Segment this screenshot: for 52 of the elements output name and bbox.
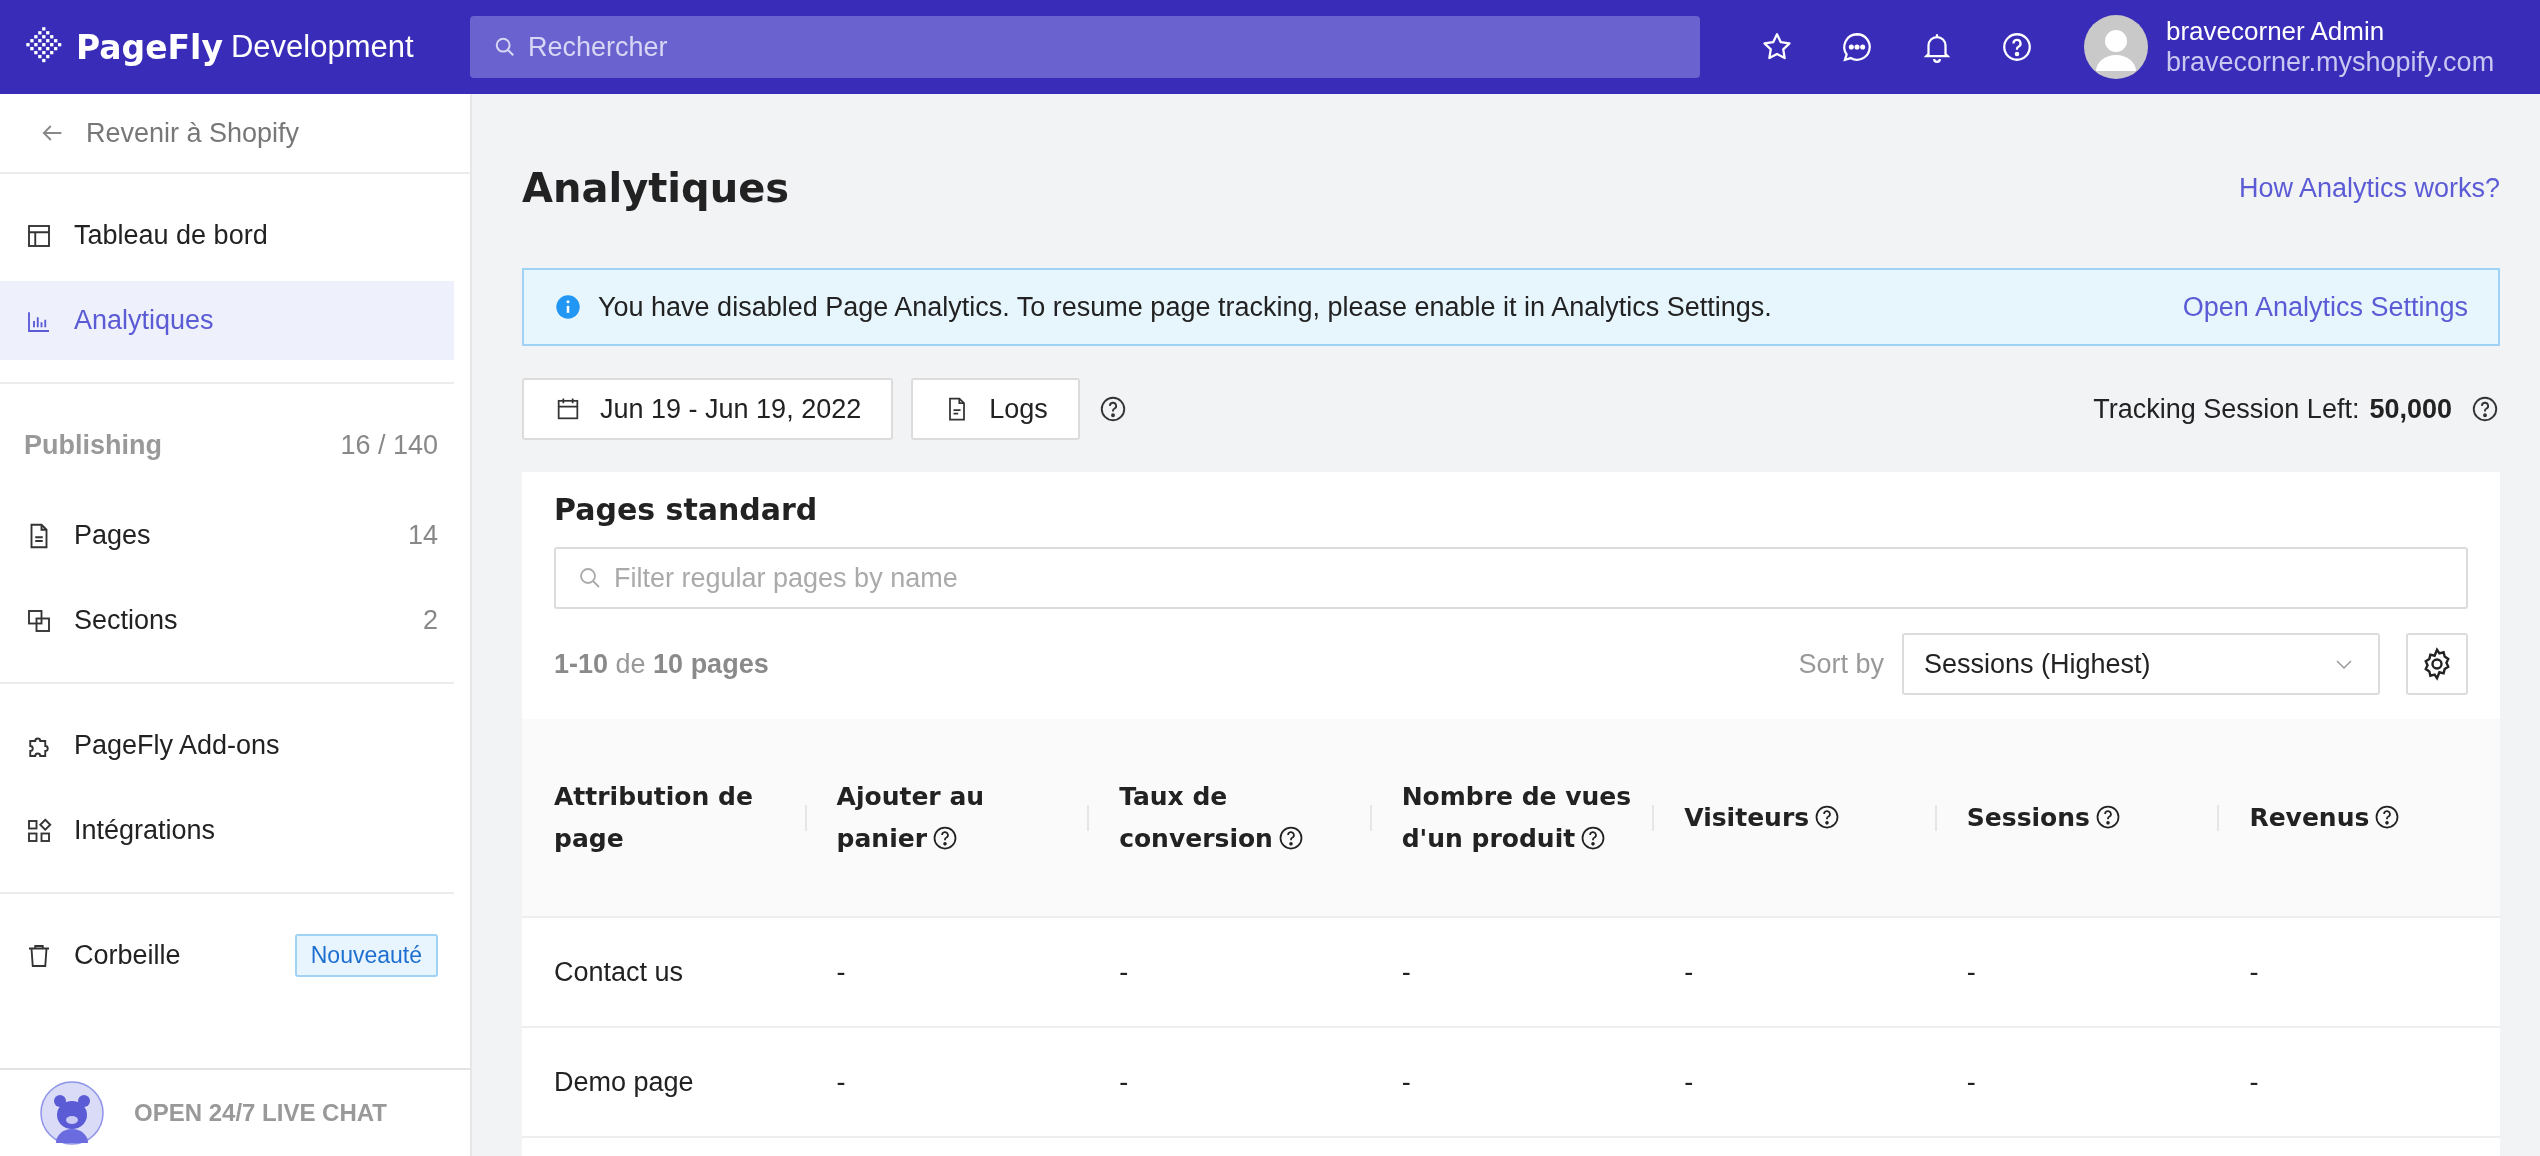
logs-button[interactable]: Logs bbox=[911, 378, 1080, 440]
store-domain: bravecorner.myshopify.com bbox=[2166, 47, 2495, 78]
table-cell: - bbox=[1684, 956, 1694, 987]
banner-message: You have disabled Page Analytics. To resume page tracking, please enable it in Analytics Settings. bbox=[598, 291, 1773, 323]
table-cell: - bbox=[1119, 1066, 1129, 1097]
sort-select[interactable]: Sessions (Highest) bbox=[1902, 633, 2380, 695]
tracking-value: 50,000 bbox=[2369, 393, 2452, 425]
nav-item[interactable]: Pages 14 bbox=[0, 496, 454, 575]
nav-item[interactable]: Intégrations bbox=[0, 791, 454, 870]
search-field[interactable]: Rechercher bbox=[470, 16, 1700, 78]
sort-label: Sort by bbox=[1798, 648, 1884, 680]
nav-item[interactable]: Analytiques bbox=[0, 281, 454, 360]
page-title: Analytiques bbox=[522, 165, 790, 211]
back-link[interactable]: Revenir à Shopify bbox=[0, 94, 470, 174]
table-cell: Demo page bbox=[554, 1066, 694, 1097]
filter-field[interactable]: Filter regular pages by name bbox=[554, 547, 2468, 609]
brand-name: PageFly bbox=[76, 27, 223, 67]
table-cell: - bbox=[1966, 1066, 1976, 1097]
item-count: 2 bbox=[422, 605, 438, 636]
column-header: Taux de conversion bbox=[1119, 782, 1305, 853]
brand-suffix: Development bbox=[230, 29, 414, 65]
section-count: 16 / 140 bbox=[340, 429, 438, 461]
table-cell: - bbox=[836, 956, 846, 987]
tracking-label: Tracking Session Left: bbox=[2093, 393, 2360, 425]
nav-item[interactable]: Corbeille Nouveauté bbox=[0, 916, 454, 995]
item-count: 14 bbox=[407, 520, 438, 551]
user-name: bravecorner Admin bbox=[2166, 16, 2386, 47]
column-header: Nombre de vues d'un produit bbox=[1401, 782, 1632, 853]
table-cell: - bbox=[2249, 956, 2259, 987]
table-cell: Contact us bbox=[554, 956, 684, 987]
settings-link[interactable]: Open Analytics Settings bbox=[2182, 291, 2468, 323]
nav-item[interactable]: PageFly Add-ons bbox=[0, 706, 454, 785]
table-cell: - bbox=[1684, 1066, 1694, 1097]
column-header: Sessions bbox=[1966, 802, 2122, 832]
table-cell: - bbox=[2249, 1066, 2259, 1097]
card-title: Pages standard bbox=[554, 492, 819, 527]
nav-item[interactable]: Tableau de bord bbox=[0, 196, 454, 275]
column-header: Visiteurs bbox=[1684, 802, 1842, 832]
table-cell: - bbox=[1966, 956, 1976, 987]
help-link[interactable]: How Analytics works? bbox=[2238, 172, 2500, 204]
table-cell: - bbox=[836, 1066, 846, 1097]
section-heading: Publishing bbox=[24, 429, 162, 461]
table-cell: - bbox=[1119, 956, 1129, 987]
column-header: Attribution de page bbox=[554, 782, 753, 853]
nav-item[interactable]: Sections 2 bbox=[0, 581, 454, 660]
date-range-button[interactable]: Jun 19 - Jun 19, 2022 bbox=[522, 378, 894, 440]
column-header: Ajouter au panier bbox=[836, 782, 985, 853]
new-badge: Nouveauté bbox=[294, 934, 438, 977]
table-cell: - bbox=[1401, 1066, 1411, 1097]
table-cell: - bbox=[1401, 956, 1411, 987]
result-count: 1-10 de 10 pages bbox=[554, 648, 769, 680]
column-header: Revenus bbox=[2249, 802, 2402, 832]
